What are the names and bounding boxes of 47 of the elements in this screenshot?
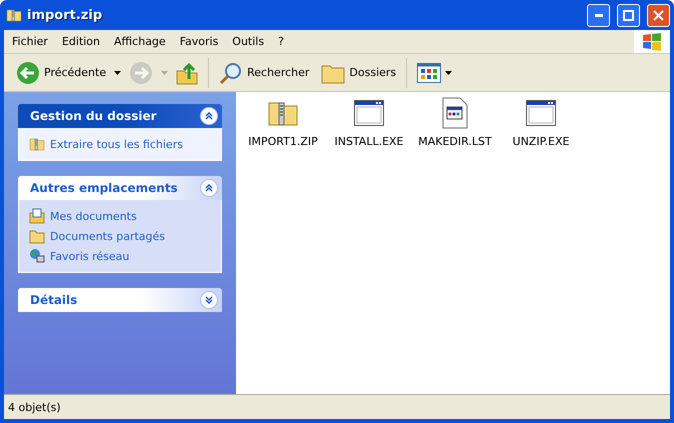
application-window-icon (525, 97, 557, 129)
file-name[interactable]: IMPORT1.ZIP (248, 135, 318, 148)
menu-item[interactable]: Outils (226, 35, 270, 48)
task-link[interactable]: Documents partagés (50, 230, 165, 242)
panel-header[interactable]: Détails (18, 288, 222, 312)
minimize-icon (594, 14, 602, 16)
panel-title: Détails (30, 293, 78, 307)
close-icon (653, 10, 664, 20)
back-button[interactable]: Précédente (12, 58, 110, 86)
expand-chevron-icon[interactable] (200, 291, 218, 309)
minimize-button[interactable] (587, 4, 610, 26)
collapse-chevron-icon[interactable] (200, 107, 218, 125)
zip-folder-icon (29, 136, 45, 152)
file-name[interactable]: MAKEDIR.LST (418, 135, 492, 148)
panel-header[interactable]: Gestion du dossier (18, 104, 222, 128)
views-icon (417, 62, 442, 82)
windows-logo-icon (642, 32, 662, 50)
search-icon (219, 60, 244, 84)
window-title: import.zip (27, 8, 104, 22)
panel-title: Autres emplacements (30, 181, 179, 195)
collapse-chevron-icon[interactable] (200, 179, 218, 197)
menu-item[interactable]: Edition (56, 35, 106, 48)
file-name[interactable]: UNZIP.EXE (512, 135, 570, 148)
network-globe-icon (29, 248, 45, 264)
task-link[interactable]: Favoris réseau (50, 250, 130, 262)
folder-icon (29, 228, 45, 244)
panel-header[interactable]: Autres emplacements (18, 176, 222, 200)
folder-up-icon (176, 60, 198, 84)
dropdown-icon[interactable] (445, 70, 452, 74)
close-button[interactable] (647, 4, 670, 26)
document-icon (441, 97, 469, 129)
menu-item[interactable]: ? (272, 35, 290, 48)
status-text: 4 objet(s) (8, 400, 61, 414)
application-window-icon (353, 97, 385, 129)
zip-folder-icon (6, 7, 22, 23)
menu-item[interactable]: Favoris (174, 35, 224, 48)
file-name[interactable]: INSTALL.EXE (334, 135, 404, 148)
search-button[interactable]: Rechercher (215, 58, 314, 86)
menu-item[interactable]: Fichier (6, 35, 54, 48)
folders-button[interactable]: Dossiers (317, 60, 400, 86)
maximize-button[interactable] (617, 4, 640, 26)
panel-title: Gestion du dossier (30, 109, 158, 123)
documents-folder-icon (29, 208, 45, 224)
dropdown-icon[interactable] (114, 70, 122, 74)
menu-item[interactable]: Affichage (108, 35, 172, 48)
task-link[interactable]: Mes documents (50, 210, 137, 222)
maximize-icon (623, 10, 634, 20)
